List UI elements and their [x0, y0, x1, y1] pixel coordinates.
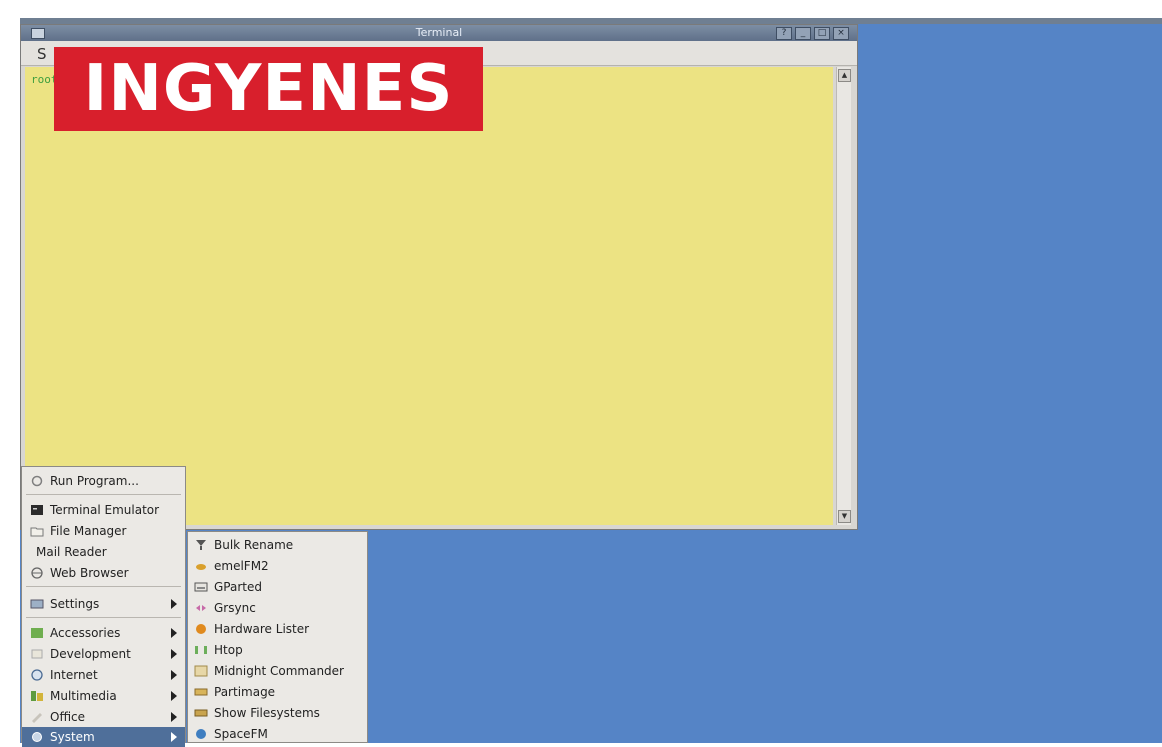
rename-icon — [196, 540, 206, 550]
menu-item-label: Development — [50, 647, 131, 661]
menu-item-development[interactable]: Development — [22, 644, 185, 664]
menubar-item[interactable]: S — [37, 45, 47, 63]
submenu-arrow-icon — [171, 628, 177, 638]
submenu-item-label: Bulk Rename — [214, 538, 294, 552]
terminal-icon — [31, 505, 43, 515]
development-icon — [31, 649, 43, 659]
menu-item-multimedia[interactable]: Multimedia — [22, 686, 185, 706]
terminal-output[interactable]: root — [25, 67, 833, 525]
submenu-item-label: Partimage — [214, 685, 276, 699]
spacefm-icon — [196, 729, 206, 739]
submenu-item-midnight-commander[interactable]: Midnight Commander — [188, 661, 367, 681]
menu-item-web-browser[interactable]: Web Browser — [22, 563, 185, 583]
submenu-item-label: Midnight Commander — [214, 664, 344, 678]
help-button[interactable]: ? — [776, 27, 792, 40]
submenu-item-htop[interactable]: Htop — [188, 640, 367, 660]
accessories-icon — [31, 628, 43, 638]
disk-icon — [194, 582, 208, 592]
multimedia-icon — [31, 691, 43, 701]
partimage-icon — [194, 688, 208, 696]
filesystems-icon — [194, 709, 208, 717]
close-button[interactable]: × — [833, 27, 849, 40]
submenu-arrow-icon — [171, 670, 177, 680]
globe-icon — [31, 567, 43, 579]
submenu-item-show-filesystems[interactable]: Show Filesystems — [188, 703, 367, 723]
file-manager-icon — [196, 564, 206, 570]
menu-item-accessories[interactable]: Accessories — [22, 623, 185, 643]
menu-item-mail-reader[interactable]: Mail Reader — [22, 542, 185, 562]
menu-item-label: Web Browser — [50, 566, 129, 580]
submenu-item-label: GParted — [214, 580, 262, 594]
menu-item-label: File Manager — [50, 524, 127, 538]
maximize-button[interactable]: □ — [814, 27, 830, 40]
hardware-icon — [196, 624, 206, 634]
menu-item-run-program[interactable]: Run Program... — [22, 471, 185, 491]
mc-icon — [194, 665, 208, 677]
menu-item-label: Settings — [50, 597, 100, 611]
submenu-arrow-icon — [171, 712, 177, 722]
submenu-item-label: Show Filesystems — [214, 706, 320, 720]
menu-item-label: System — [50, 730, 95, 744]
scroll-up-icon[interactable]: ▲ — [838, 69, 851, 82]
menu-item-internet[interactable]: Internet — [22, 665, 185, 685]
office-icon — [32, 713, 42, 723]
submenu-item-emelfm2[interactable]: emelFM2 — [188, 556, 367, 576]
scroll-down-icon[interactable]: ▼ — [838, 510, 851, 523]
submenu-arrow-icon — [171, 691, 177, 701]
submenu-arrow-icon — [171, 649, 177, 659]
window-controls: ? _ □ × — [776, 27, 849, 40]
menu-separator — [26, 586, 181, 587]
sync-icon — [196, 605, 206, 611]
folder-icon — [30, 527, 44, 537]
window-title: Terminal — [415, 26, 463, 39]
system-submenu: Bulk Rename emelFM2 GParted Grsync Hardw… — [187, 531, 368, 743]
settings-icon — [30, 599, 44, 609]
terminal-scrollbar[interactable]: ▲ ▼ — [836, 67, 851, 525]
menu-item-label: Mail Reader — [36, 545, 107, 559]
terminal-titlebar[interactable]: Terminal ? _ □ × — [21, 25, 857, 41]
menu-item-system[interactable]: System — [22, 727, 185, 747]
submenu-item-label: emelFM2 — [214, 559, 269, 573]
menu-separator — [26, 494, 181, 495]
minimize-button[interactable]: _ — [795, 27, 811, 40]
submenu-item-gparted[interactable]: GParted — [188, 577, 367, 597]
submenu-arrow-icon — [171, 599, 177, 609]
menu-item-label: Run Program... — [50, 474, 139, 488]
system-icon — [32, 732, 42, 742]
menu-item-label: Multimedia — [50, 689, 117, 703]
submenu-item-label: Hardware Lister — [214, 622, 310, 636]
internet-icon — [31, 669, 43, 681]
submenu-arrow-icon — [171, 732, 177, 742]
submenu-item-partimage[interactable]: Partimage — [188, 682, 367, 702]
submenu-item-grsync[interactable]: Grsync — [188, 598, 367, 618]
submenu-item-spacefm[interactable]: SpaceFM — [188, 724, 367, 744]
run-icon — [31, 475, 43, 487]
htop-icon — [195, 646, 207, 654]
menu-item-settings[interactable]: Settings — [22, 594, 185, 614]
submenu-item-label: Grsync — [214, 601, 256, 615]
menu-item-label: Office — [50, 710, 86, 724]
submenu-item-bulk-rename[interactable]: Bulk Rename — [188, 535, 367, 555]
submenu-item-label: Htop — [214, 643, 243, 657]
menu-item-label: Accessories — [50, 626, 121, 640]
menu-item-file-manager[interactable]: File Manager — [22, 521, 185, 541]
menu-item-label: Internet — [50, 668, 98, 682]
menu-separator — [26, 617, 181, 618]
ingyenes-banner: INGYENES — [54, 47, 483, 131]
menu-item-terminal-emulator[interactable]: Terminal Emulator — [22, 500, 185, 520]
menu-item-label: Terminal Emulator — [50, 503, 160, 517]
submenu-item-label: SpaceFM — [214, 727, 268, 741]
submenu-item-hardware-lister[interactable]: Hardware Lister — [188, 619, 367, 639]
menu-item-office[interactable]: Office — [22, 707, 185, 727]
main-menu: Run Program... Terminal Emulator File Ma… — [21, 466, 186, 747]
